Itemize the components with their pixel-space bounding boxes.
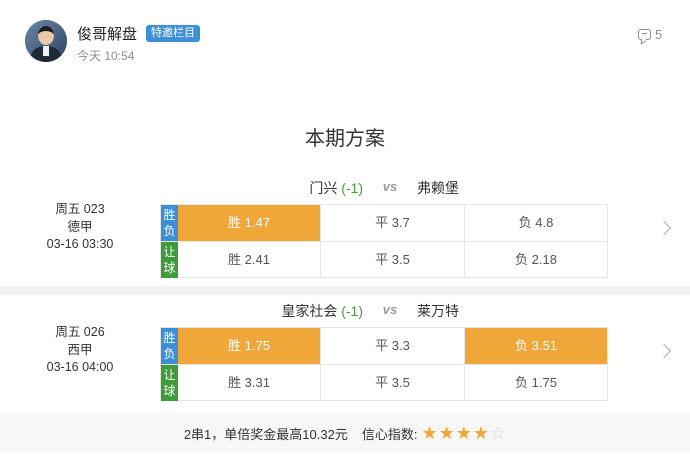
comment-button[interactable]: 5 bbox=[638, 27, 662, 42]
odds-cell-win[interactable]: 胜 2.41 bbox=[178, 242, 320, 278]
confidence-label: 信心指数: bbox=[361, 426, 418, 442]
star-icon: ★ bbox=[472, 423, 490, 443]
away-team: 莱万特 bbox=[417, 303, 459, 319]
tag-handicap: 让球 bbox=[161, 365, 178, 401]
home-team: 门兴 (-1) bbox=[309, 180, 363, 196]
post-time: 今天 10:54 bbox=[77, 49, 135, 63]
odds-cell-lose[interactable]: 负 2.18 bbox=[464, 242, 607, 278]
post-header: 俊哥解盘 特邀栏目 今天 10:54 5 bbox=[0, 0, 690, 80]
odds-row-handicap: 让球 胜 2.41 平 3.5 负 2.18 bbox=[161, 241, 607, 278]
odds-row-result: 胜负 胜 1.47 平 3.7 负 4.8 bbox=[161, 205, 607, 241]
match-league: 德甲 bbox=[67, 219, 93, 234]
match-datetime: 03-16 03:30 bbox=[46, 237, 114, 251]
star-icon: ★ bbox=[438, 423, 455, 443]
odds-table: 胜负 胜 1.47 平 3.7 负 4.8 让球 胜 2.41 平 3.5 负 … bbox=[160, 204, 608, 278]
plan-summary: 2串1，单倍奖金最高10.32元 bbox=[183, 426, 348, 442]
odds-cell-win[interactable]: 胜 1.75 bbox=[178, 328, 320, 364]
match-datetime: 03-16 04:00 bbox=[46, 360, 114, 374]
match-teams: 门兴 (-1) vs 弗赖堡 bbox=[0, 178, 690, 200]
odds-cell-lose[interactable]: 负 1.75 bbox=[464, 365, 607, 401]
odds-cell-draw[interactable]: 平 3.5 bbox=[320, 242, 464, 278]
confidence-stars: ★ ★ ★ ★ ☆ bbox=[421, 424, 506, 442]
star-icon: ★ bbox=[455, 423, 472, 443]
match-number: 周五 023 bbox=[55, 202, 105, 216]
comment-icon bbox=[638, 29, 651, 40]
odds-cell-draw[interactable]: 平 3.3 bbox=[320, 328, 464, 364]
vs-label: vs bbox=[382, 302, 398, 317]
odds-cell-lose[interactable]: 负 3.51 bbox=[464, 328, 607, 364]
author-name[interactable]: 俊哥解盘 bbox=[77, 23, 137, 44]
odds-cell-win[interactable]: 胜 3.31 bbox=[178, 365, 320, 401]
special-column-badge: 特邀栏目 bbox=[146, 25, 200, 42]
tag-handicap: 让球 bbox=[161, 242, 178, 278]
match-teams: 皇家社会 (-1) vs 莱万特 bbox=[0, 301, 690, 323]
comment-count: 5 bbox=[655, 27, 663, 42]
plan-title: 本期方案 bbox=[305, 128, 385, 150]
handicap-value: (-1) bbox=[341, 180, 363, 196]
odds-cell-draw[interactable]: 平 3.7 bbox=[320, 205, 464, 241]
handicap-value: (-1) bbox=[341, 303, 363, 319]
star-icon: ★ bbox=[421, 423, 438, 443]
match-league: 西甲 bbox=[67, 342, 93, 357]
match-info: 周五 026 西甲 03-16 04:00 bbox=[30, 324, 130, 377]
star-icon: ☆ bbox=[490, 423, 507, 443]
chevron-right-icon[interactable] bbox=[656, 220, 672, 236]
match-number: 周五 026 bbox=[55, 325, 105, 339]
plan-footer: 2串1，单倍奖金最高10.32元 信心指数: ★ ★ ★ ★ ☆ bbox=[0, 413, 690, 453]
vs-label: vs bbox=[382, 179, 398, 194]
away-team: 弗赖堡 bbox=[417, 180, 459, 196]
odds-cell-draw[interactable]: 平 3.5 bbox=[320, 365, 464, 401]
odds-row-result: 胜负 胜 1.75 平 3.3 负 3.51 bbox=[161, 328, 607, 364]
match-info: 周五 023 德甲 03-16 03:30 bbox=[30, 201, 130, 254]
odds-table: 胜负 胜 1.75 平 3.3 负 3.51 让球 胜 3.31 平 3.5 负… bbox=[160, 327, 608, 401]
home-team: 皇家社会 (-1) bbox=[281, 303, 363, 319]
chevron-right-icon[interactable] bbox=[656, 343, 672, 359]
odds-cell-win[interactable]: 胜 1.47 bbox=[178, 205, 320, 241]
odds-row-handicap: 让球 胜 3.31 平 3.5 负 1.75 bbox=[161, 364, 607, 401]
tag-result: 胜负 bbox=[161, 205, 178, 241]
odds-cell-lose[interactable]: 负 4.8 bbox=[464, 205, 607, 241]
tag-result: 胜负 bbox=[161, 328, 178, 364]
section-divider bbox=[0, 286, 690, 295]
author-avatar[interactable] bbox=[25, 20, 67, 62]
